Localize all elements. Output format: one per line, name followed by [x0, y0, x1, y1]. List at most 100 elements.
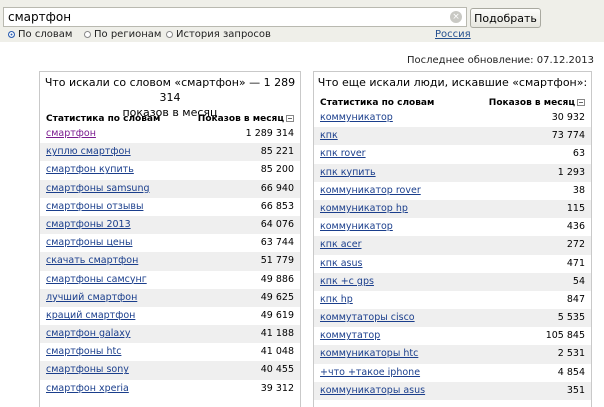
impressions-count: 847	[566, 293, 585, 305]
left-title-line1: Что искали со словом «смартфон» — 1 289 …	[44, 76, 296, 104]
col-impressions: Показов в месяц	[488, 98, 575, 108]
keyword-link[interactable]: кпк	[320, 130, 338, 141]
radio-icon	[8, 31, 15, 38]
keyword-link[interactable]: смартфоны htc	[46, 346, 121, 357]
clear-icon[interactable]: ×	[450, 11, 462, 23]
keyword-link[interactable]: кпк asus	[320, 258, 362, 269]
table-row: кпк acer 272	[314, 236, 591, 255]
search-bar-area: × Подобрать По словам По регионам Истори…	[0, 0, 604, 42]
keyword-link[interactable]: коммуникатор	[320, 221, 393, 232]
table-row: кпк +с gps 54	[314, 272, 591, 291]
keyword-link[interactable]: скачать смартфон	[46, 255, 138, 266]
impressions-count: 115	[566, 202, 585, 214]
impressions-count: 54	[572, 275, 585, 287]
table-row: коммуникаторы htc 2 531	[314, 345, 591, 364]
right-panel: Что еще искали люди, искавшие «смартфон»…	[313, 71, 592, 407]
table-row: кпк asus 471	[314, 255, 591, 273]
keyword-link[interactable]: смартфон	[46, 128, 96, 139]
impressions-count: 41 188	[260, 328, 294, 340]
table-row: смартфоны samsung 66 940	[40, 179, 300, 198]
impressions-count: 85 200	[260, 164, 294, 176]
table-row: кпк hp 847	[314, 291, 591, 309]
keyword-link[interactable]: коммутатор	[320, 330, 380, 341]
impressions-count: 105 845	[545, 330, 585, 342]
keyword-link[interactable]: коммутаторы cisco	[320, 312, 415, 323]
radio-icon	[166, 31, 173, 38]
keyword-link[interactable]: куплю смартфон	[46, 146, 131, 157]
impressions-count: 1 289 314	[245, 128, 294, 139]
collapse-icon[interactable]	[286, 115, 294, 122]
keyword-link[interactable]: смартфон xperia	[46, 383, 129, 394]
table-row: кпк купить 1 293	[314, 163, 591, 182]
table-row: коммуникатор hp 115	[314, 199, 591, 219]
table-row: смартфон купить 85 200	[40, 161, 300, 179]
keyword-link[interactable]: коммуникатор	[320, 112, 393, 123]
table-row: смартфон xperia 39 312	[40, 380, 300, 398]
table-row: +что +такое iphone 4 854	[314, 364, 591, 382]
keyword-link[interactable]: смартфон купить	[46, 164, 134, 175]
table-row: смартфон galaxy 41 188	[40, 325, 300, 344]
impressions-count: 30 932	[551, 112, 585, 123]
col-impressions-wrap: Показов в месяц	[198, 114, 294, 124]
keyword-link[interactable]: смартфон galaxy	[46, 328, 131, 339]
table-row: смартфон 1 289 314	[40, 125, 300, 143]
impressions-count: 4 854	[557, 366, 585, 378]
last-update: Последнее обновление: 07.12.2013	[407, 55, 594, 66]
impressions-count: 1 293	[557, 166, 585, 178]
keyword-link[interactable]: смартфоны самсунг	[46, 274, 147, 285]
impressions-count: 2 531	[557, 348, 585, 360]
impressions-count: 63	[572, 148, 585, 160]
left-panel: Что искали со словом «смартфон» — 1 289 …	[39, 71, 301, 407]
table-row: смартфоны отзывы 66 853	[40, 198, 300, 216]
mode-by-regions[interactable]: По регионам	[84, 29, 161, 40]
col-impressions: Показов в месяц	[197, 114, 284, 124]
impressions-count: 51 779	[260, 255, 294, 267]
col-impressions-wrap: Показов в месяц	[489, 98, 585, 108]
keyword-link[interactable]: кпк +с gps	[320, 276, 374, 287]
keyword-link[interactable]: кпк rover	[320, 148, 366, 159]
impressions-count: 5 535	[557, 312, 585, 324]
submit-button[interactable]: Подобрать	[470, 8, 541, 28]
impressions-count: 49 619	[260, 309, 294, 321]
search-input[interactable]	[8, 9, 438, 25]
mode-label: По словам	[18, 29, 73, 40]
keyword-link[interactable]: кпк hp	[320, 294, 353, 305]
collapse-icon[interactable]	[577, 99, 585, 106]
mode-history[interactable]: История запросов	[166, 29, 271, 40]
keyword-link[interactable]: коммуникатор rover	[320, 185, 421, 196]
table-row: коммутатор 105 845	[314, 327, 591, 345]
keyword-link[interactable]: коммуникаторы asus	[320, 385, 425, 396]
table-row: коммутаторы cisco 5 535	[314, 309, 591, 328]
keyword-link[interactable]: лучший смартфон	[46, 292, 137, 303]
mode-by-words[interactable]: По словам	[8, 29, 72, 40]
table-row: коммуникатор 30 932	[314, 109, 591, 127]
right-keyword-list: коммуникатор 30 932 кпк 73 774 кпк rover 63 кп…	[314, 109, 591, 400]
keyword-link[interactable]: кпк купить	[320, 167, 376, 178]
keyword-link[interactable]: смартфоны цены	[46, 237, 132, 248]
impressions-count: 351	[566, 384, 585, 396]
table-row: смартфоны sony 40 455	[40, 361, 300, 380]
keyword-link[interactable]: смартфоны samsung	[46, 183, 150, 194]
keyword-link[interactable]: смартфоны sony	[46, 364, 129, 375]
table-row: скачать смартфон 51 779	[40, 252, 300, 271]
keyword-link[interactable]: смартфоны отзывы	[46, 201, 143, 212]
table-row: коммуникатор 436	[314, 218, 591, 236]
table-row: смартфоны htc 41 048	[40, 343, 300, 361]
keyword-link[interactable]: коммуникатор hp	[320, 203, 408, 214]
keyword-link[interactable]: кпк acer	[320, 239, 362, 250]
impressions-count: 85 221	[260, 146, 294, 158]
impressions-count: 38	[572, 184, 585, 196]
keyword-link[interactable]: краций смартфон	[46, 310, 135, 321]
col-keywords: Статистика по словам	[320, 98, 435, 108]
impressions-count: 436	[566, 221, 585, 233]
impressions-count: 39 312	[260, 382, 294, 394]
keyword-link[interactable]: смартфоны 2013	[46, 219, 131, 230]
radio-icon	[84, 31, 91, 38]
table-row: куплю смартфон 85 221	[40, 143, 300, 162]
search-box[interactable]: ×	[3, 7, 467, 27]
left-keyword-list: смартфон 1 289 314 куплю смартфон 85 221 сма…	[40, 125, 300, 398]
keyword-link[interactable]: коммуникаторы htc	[320, 348, 418, 359]
table-row: смартфоны 2013 64 076	[40, 215, 300, 235]
keyword-link[interactable]: +что +такое iphone	[320, 367, 420, 378]
region-link[interactable]: Россия	[435, 29, 471, 40]
